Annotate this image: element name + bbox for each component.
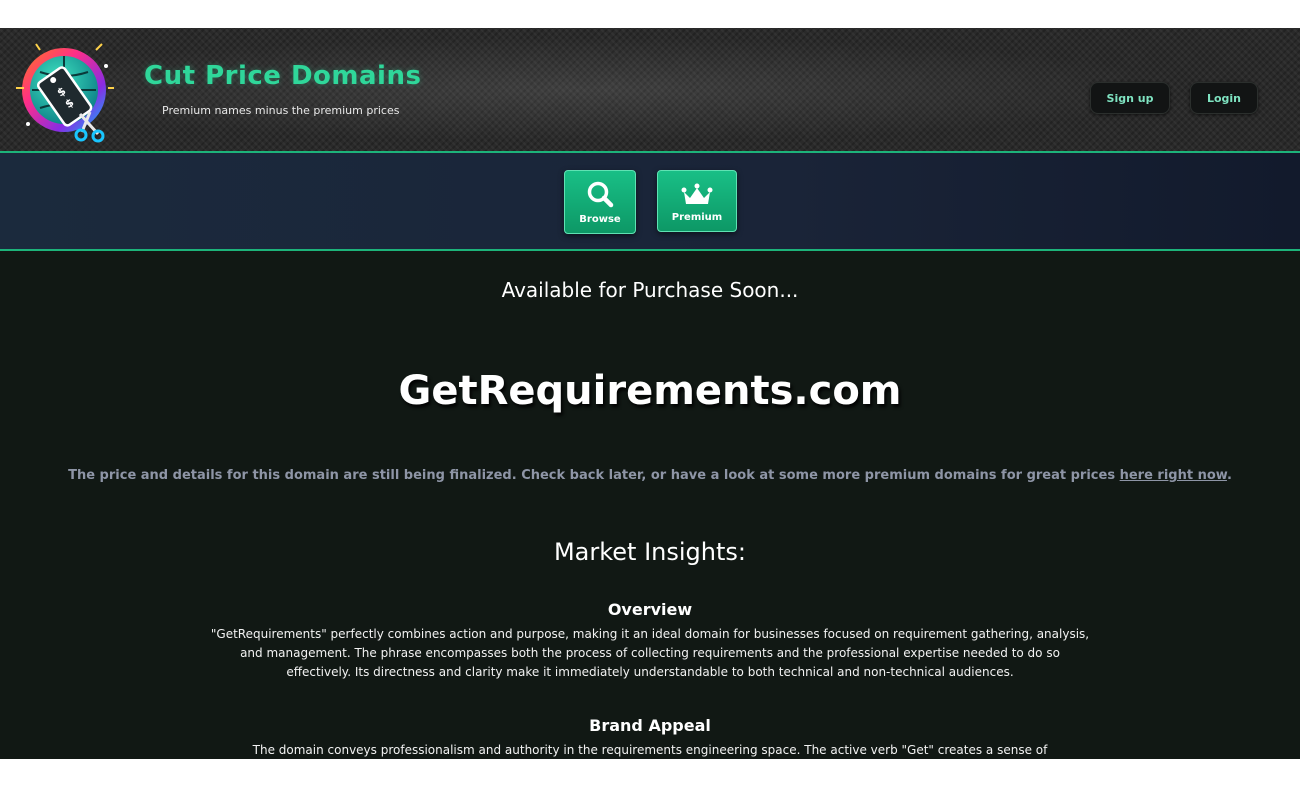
pricing-notice: The price and details for this domain ar… [0,468,1300,483]
signup-button[interactable]: Sign up [1090,82,1170,114]
overview-text: "GetRequirements" perfectly combines act… [210,627,1090,679]
domain-name-title: GetRequirements.com [398,368,902,414]
crown-icon [681,183,713,204]
notice-text: The price and details for this domain ar… [68,468,1120,483]
login-button[interactable]: Login [1190,82,1258,114]
site-header: $ $ Cut Price Domains Premium names minu… [0,28,1300,153]
market-insights-heading: Market Insights: [553,538,747,566]
premium-label: Premium [671,212,723,223]
brand-appeal-text: The domain conveys professionalism and a… [252,743,1048,757]
magnifier-icon [587,181,614,208]
globe-price-tag-scissors-logo-icon: $ $ [16,43,114,143]
brand-appeal-heading: Brand Appeal [589,716,711,735]
overview-heading: Overview [607,600,693,619]
browse-label: Browse [579,214,621,225]
brand-title[interactable]: Cut Price Domains [144,61,421,91]
notice-end: . [1226,468,1232,483]
availability-heading: Available for Purchase Soon... [501,278,799,302]
premium-button[interactable]: Premium [657,170,737,232]
page-viewport: $ $ Cut Price Domains Premium names minu… [0,28,1300,759]
brand-tagline: Premium names minus the premium prices [162,104,400,117]
site-logo[interactable]: $ $ [10,36,118,144]
browse-button[interactable]: Browse [564,170,636,234]
premium-domains-link[interactable]: here right now [1120,468,1227,483]
main-nav: Browse Premium [0,153,1300,251]
